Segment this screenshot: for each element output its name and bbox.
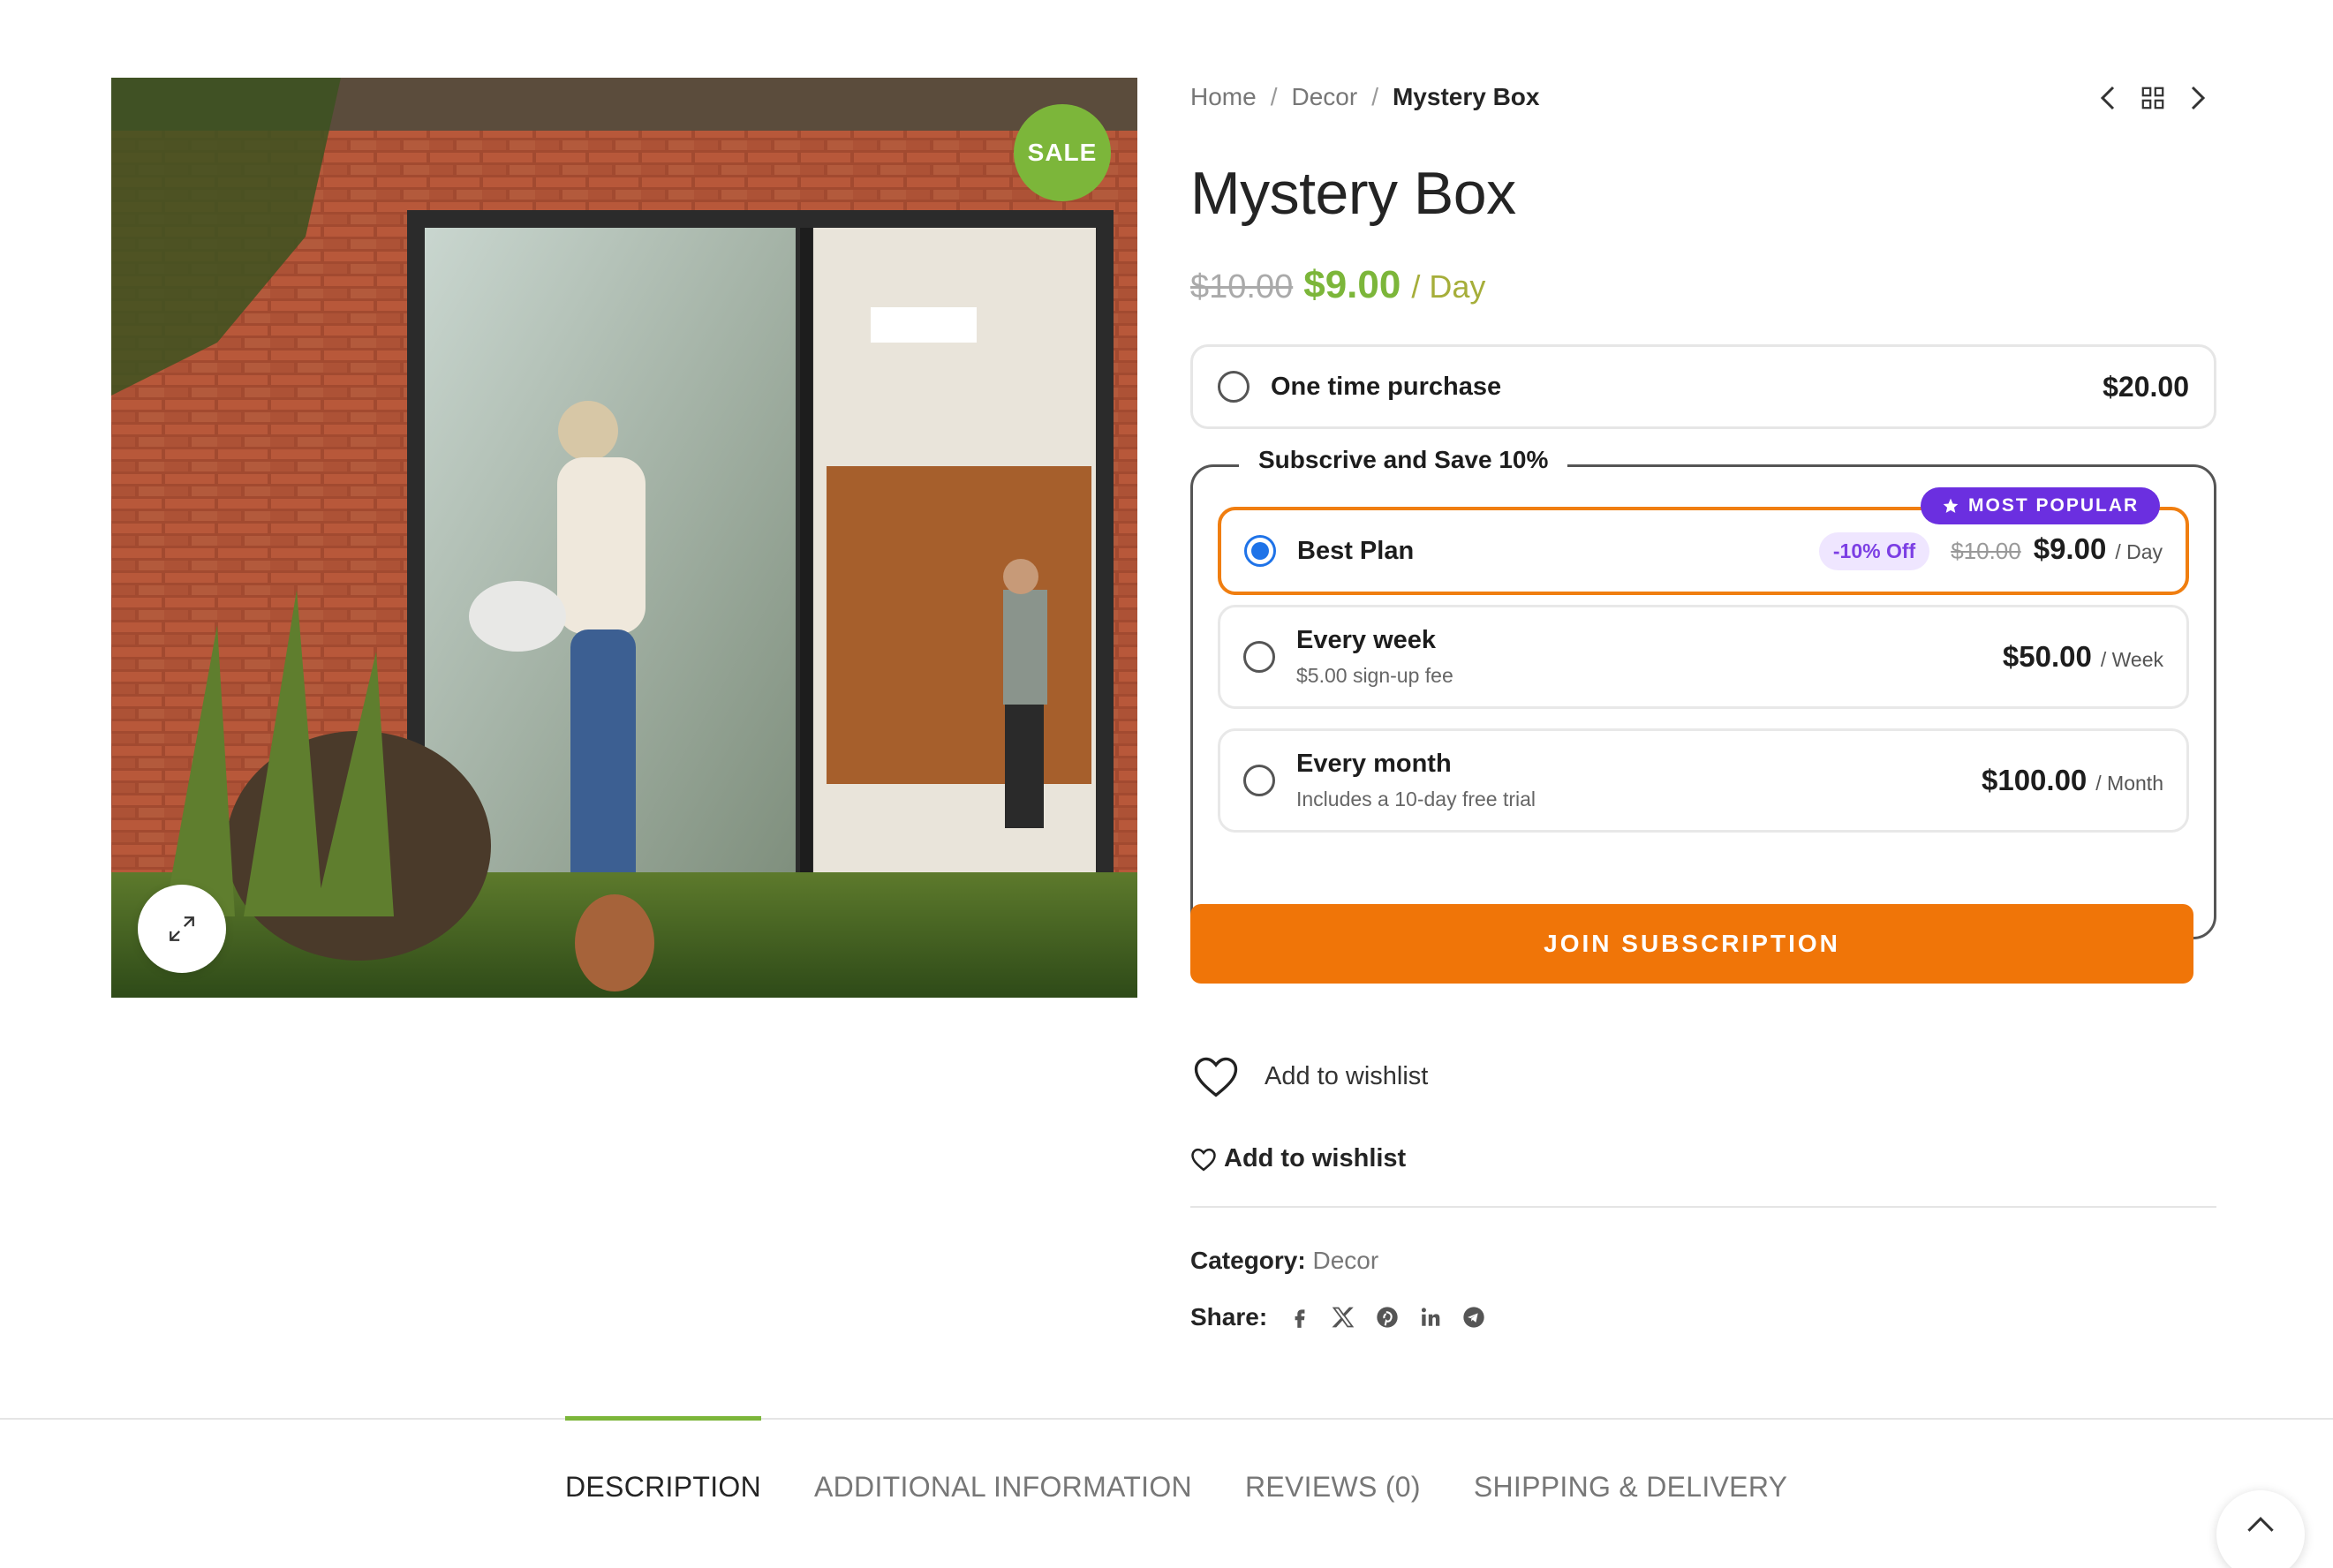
plan-title: Every month [1296,750,1452,778]
plan-price: $100.00 [1981,764,2088,796]
one-time-price: $20.00 [2103,370,2189,403]
facebook-icon [1295,1309,1305,1328]
plan-text: Every week $5.00 sign-up fee [1296,626,1453,688]
zoom-button[interactable] [138,885,226,973]
breadcrumb-decor[interactable]: Decor [1291,83,1357,111]
wishlist-label: Add to wishlist [1265,1061,1429,1090]
one-time-radio[interactable] [1218,371,1250,403]
plan-unit: / Day [2115,539,2163,563]
sale-badge: SALE [1014,104,1111,201]
category-link[interactable]: Decor [1312,1247,1378,1274]
plan-price-old: $10.00 [1951,537,2021,564]
next-product-button[interactable] [2188,85,2208,111]
price-unit: / Day [1411,268,1486,305]
subscription-legend: Subscrive and Save 10% [1239,446,1568,474]
discount-badge: -10% Off [1818,531,1930,570]
plan-price: $9.00 [2033,531,2107,565]
plan-price: $50.00 [2002,640,2092,673]
product-tabs: DESCRIPTION ADDITIONAL INFORMATION REVIE… [565,1416,1787,1504]
grid-icon [2141,87,2164,109]
share-pinterest[interactable] [1375,1305,1400,1330]
plan-price-group: $100.00 / Month [1982,764,2163,797]
plan-unit: / Month [2095,772,2163,795]
x-icon [1332,1307,1355,1328]
wishlist-label: Add to wishlist [1224,1144,1407,1172]
plan-title: Best Plan [1297,536,1415,565]
share-icons [1288,1305,1486,1330]
add-to-wishlist-button-primary[interactable]: Add to wishlist [1192,1054,1428,1098]
share-row: Share: [1190,1303,1486,1331]
share-x[interactable] [1331,1305,1355,1330]
product-category: Category: Decor [1190,1247,1378,1275]
breadcrumb-current: Mystery Box [1392,83,1540,110]
add-to-wishlist-button-secondary[interactable]: Add to wishlist [1190,1144,1406,1173]
price-old: $10.00 [1190,268,1294,305]
plan-price-group: -10% Off $10.00 $9.00 / Day [1818,531,2163,570]
breadcrumb-home[interactable]: Home [1190,83,1257,111]
share-linkedin[interactable] [1419,1306,1442,1329]
every-week-radio[interactable] [1243,641,1275,673]
option-one-time-purchase[interactable]: One time purchase $20.00 [1190,344,2216,429]
chevron-left-icon [2100,86,2115,110]
product-photo [111,78,1137,998]
pinterest-icon [1377,1307,1398,1328]
back-to-shop-button[interactable] [2140,86,2165,110]
tab-shipping-delivery[interactable]: SHIPPING & DELIVERY [1474,1418,1787,1504]
most-popular-badge: MOST POPULAR [1921,487,2161,524]
plan-text: Best Plan [1297,537,1414,566]
tab-reviews[interactable]: REVIEWS (0) [1245,1418,1421,1504]
every-month-radio[interactable] [1243,765,1275,796]
plan-best[interactable]: MOST POPULAR Best Plan -10% Off $10.00 $… [1218,487,2189,595]
breadcrumb-separator: / [1270,83,1278,110]
price-new: $9.00 [1303,263,1401,306]
plan-unit: / Week [2100,648,2163,671]
share-facebook[interactable] [1288,1305,1311,1330]
expand-icon [170,916,194,941]
plan-price-group: $50.00 / Week [2003,640,2163,674]
one-time-label: One time purchase [1271,372,1502,401]
subscription-options: Subscrive and Save 10% MOST POPULAR Best… [1190,446,2216,939]
divider [1190,1206,2216,1208]
telegram-icon [1463,1307,1484,1328]
star-icon [1943,498,1959,513]
heart-icon [1191,1148,1216,1171]
plan-every-week[interactable]: Every week $5.00 sign-up fee $50.00 / We… [1218,605,2189,709]
share-telegram[interactable] [1461,1305,1486,1330]
share-label: Share: [1190,1303,1268,1331]
tab-description[interactable]: DESCRIPTION [565,1416,761,1504]
linkedin-icon [1422,1308,1440,1326]
most-popular-label: MOST POPULAR [1968,495,2140,516]
product-title: Mystery Box [1190,160,1516,227]
chevron-up-icon [2247,1517,2274,1532]
category-label: Category: [1190,1247,1306,1274]
product-image[interactable] [111,78,1137,998]
join-subscription-button[interactable]: JOIN SUBSCRIPTION [1190,904,2193,984]
plan-title: Every week [1296,626,1437,654]
previous-product-button[interactable] [2098,85,2118,111]
plan-subtitle: $5.00 sign-up fee [1296,664,1453,687]
best-plan-radio[interactable] [1244,535,1276,567]
product-navigation [2098,85,2208,111]
breadcrumb-separator: / [1371,83,1378,110]
chevron-right-icon [2191,86,2206,110]
plan-text: Every month Includes a 10-day free trial [1296,750,1536,811]
scroll-to-top-button[interactable] [2216,1490,2305,1568]
plan-every-month[interactable]: Every month Includes a 10-day free trial… [1218,728,2189,833]
heart-icon [1194,1057,1238,1097]
tab-additional-information[interactable]: ADDITIONAL INFORMATION [814,1418,1192,1504]
plan-subtitle: Includes a 10-day free trial [1296,788,1536,810]
breadcrumb: Home / Decor / Mystery Box [1190,83,1539,111]
product-price: $10.00 $9.00 / Day [1190,263,1485,307]
